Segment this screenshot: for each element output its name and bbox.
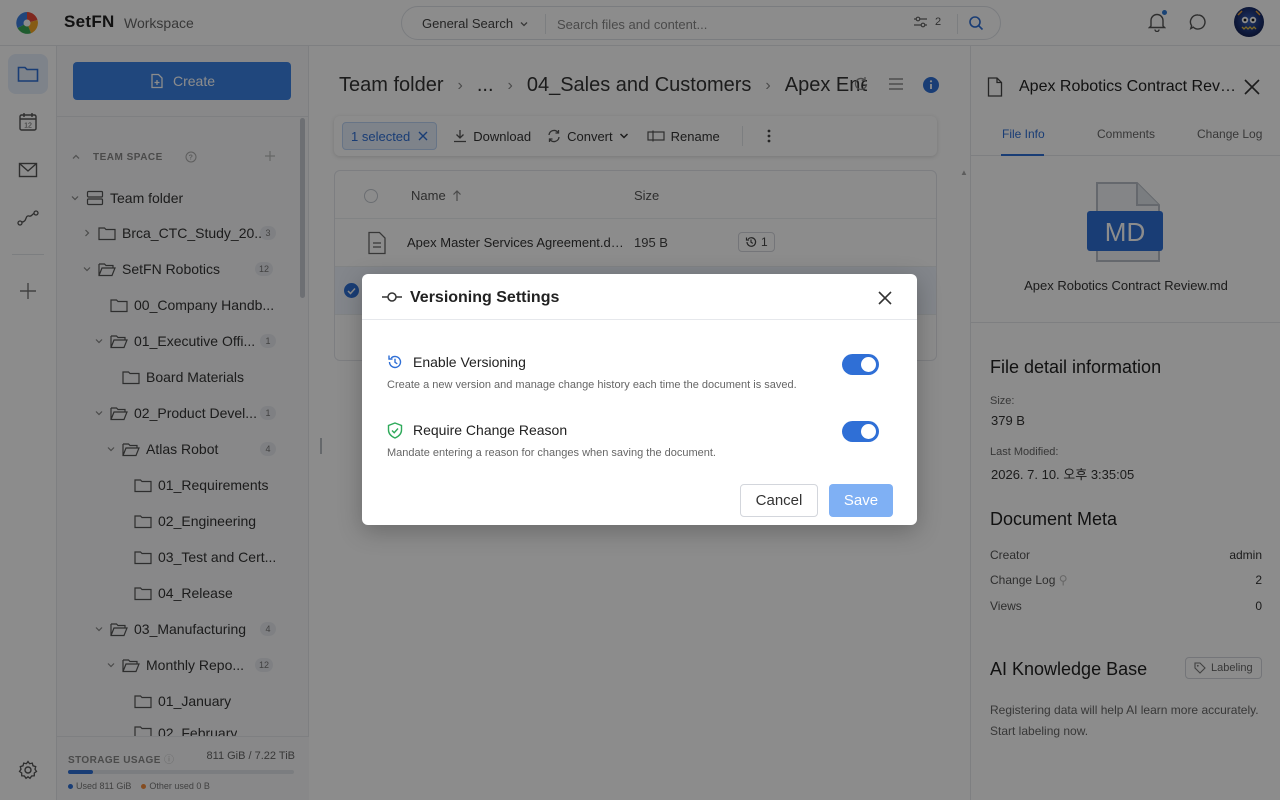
commit-icon xyxy=(382,291,402,303)
shield-check-icon xyxy=(387,422,403,439)
require-change-reason-label: Require Change Reason xyxy=(413,422,568,438)
require-change-reason-description: Mandate entering a reason for changes wh… xyxy=(387,447,716,459)
save-button[interactable]: Save xyxy=(829,484,893,517)
require-change-reason-toggle[interactable] xyxy=(842,421,879,442)
cancel-button[interactable]: Cancel xyxy=(740,484,818,517)
enable-versioning-description: Create a new version and manage change h… xyxy=(387,379,797,391)
toggle-knob xyxy=(861,424,876,439)
close-icon xyxy=(878,291,892,305)
enable-versioning-label: Enable Versioning xyxy=(413,354,526,370)
versioning-settings-dialog: Versioning Settings Enable Versioning Cr… xyxy=(362,274,917,525)
history-icon xyxy=(387,354,403,370)
enable-versioning-toggle[interactable] xyxy=(842,354,879,375)
toggle-knob xyxy=(861,357,876,372)
dialog-title: Versioning Settings xyxy=(410,289,560,306)
dialog-close-button[interactable] xyxy=(878,291,892,305)
dialog-header: Versioning Settings xyxy=(362,274,917,320)
